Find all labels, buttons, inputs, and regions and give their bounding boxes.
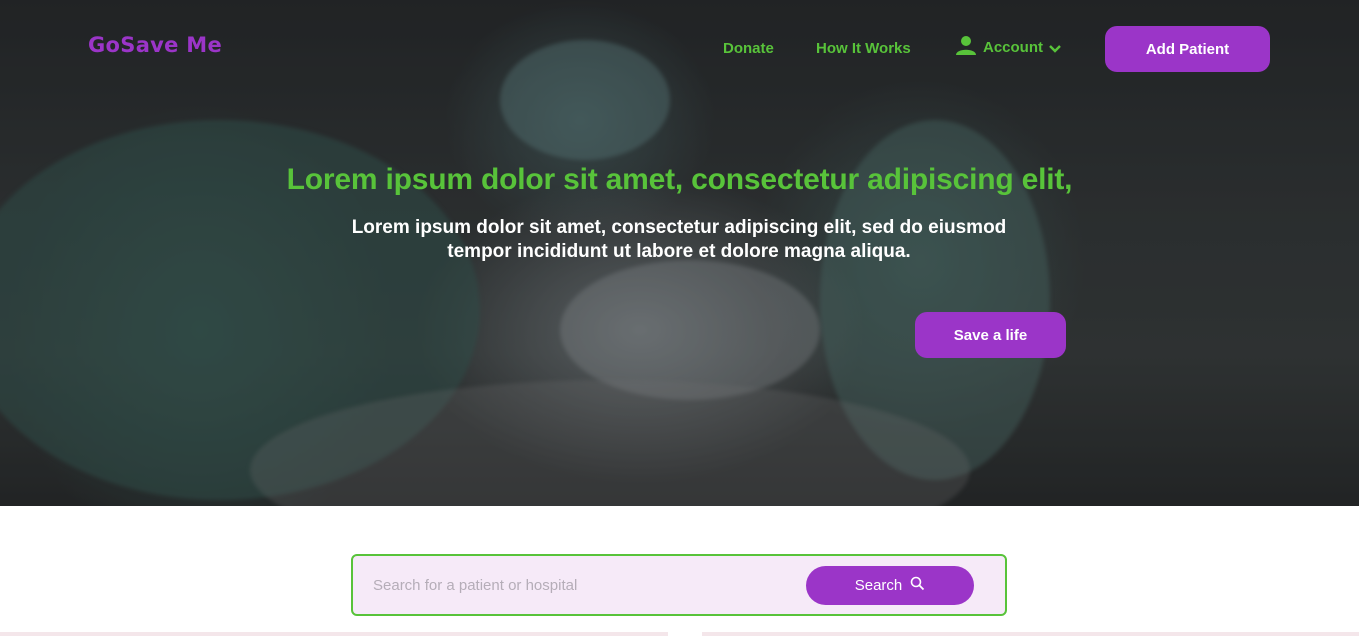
divider-gap: [668, 632, 702, 636]
brand-logo[interactable]: GoSave Me: [88, 33, 222, 57]
hero-section: GoSave Me Donate How It Works Account Ad…: [0, 0, 1359, 506]
hero-headline: Lorem ipsum dolor sit amet, consectetur …: [286, 163, 1073, 196]
search-input[interactable]: [373, 570, 793, 600]
nav-account[interactable]: Account: [955, 34, 1061, 61]
nav-account-label: Account: [983, 39, 1043, 56]
content-edge-divider: [0, 632, 1359, 636]
search-button-label: Search: [854, 577, 903, 594]
nav-donate[interactable]: Donate: [723, 40, 774, 57]
hero-subline: Lorem ipsum dolor sit amet, consectetur …: [351, 217, 1007, 262]
user-icon: [955, 34, 977, 61]
add-patient-button[interactable]: Add Patient: [1105, 26, 1270, 72]
chevron-down-icon: [1049, 41, 1061, 59]
search-button[interactable]: Search: [806, 566, 974, 605]
nav-how-it-works[interactable]: How It Works: [816, 40, 911, 57]
search-icon: [910, 576, 925, 595]
save-a-life-button[interactable]: Save a life: [915, 312, 1066, 358]
search-bar: Search: [351, 554, 1007, 616]
